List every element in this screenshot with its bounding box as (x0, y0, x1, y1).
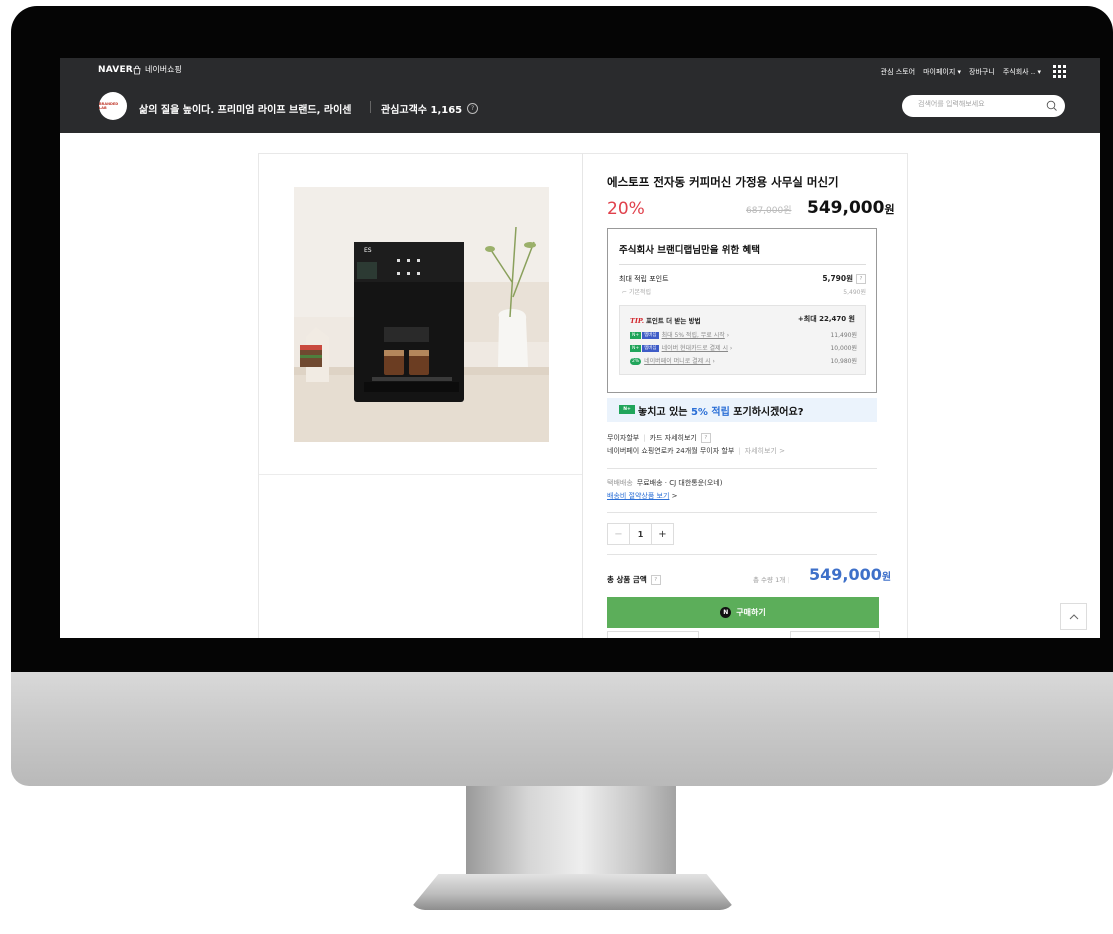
store-header: NAVER 네이버쇼핑 관심 스토어 마이페이지 ▾ 장바구니 주식회사 .. … (60, 58, 1100, 133)
max-points-label: 최대 적립 포인트 (619, 275, 669, 283)
search-input[interactable] (918, 100, 1038, 108)
chevron-up-icon (1069, 613, 1078, 619)
quantity-increase-button[interactable]: + (651, 524, 673, 544)
product-image[interactable]: ES (294, 187, 549, 442)
tip-box: TIP. 포인트 더 받는 방법 +최대 22,470 원 N+ 멤버십 최대 5% … (619, 305, 866, 375)
monitor: NAVER 네이버쇼핑 관심 스토어 마이페이지 ▾ 장바구니 주식회사 .. … (11, 6, 1113, 910)
monitor-chin (11, 672, 1113, 786)
total-price: 549,000원 (809, 565, 892, 584)
interest-customers: 관심고객수 1,165 ? (381, 101, 479, 116)
view-more-link[interactable]: 자세히보기 > (745, 447, 785, 455)
coffee-machine-photo: ES (294, 187, 549, 442)
benefit-divider (619, 264, 866, 265)
banner-text: 놓치고 있는 5% 적립 포기하시겠어요? (638, 407, 804, 418)
tip-max-points: +최대 22,470 원 (797, 315, 855, 323)
search-icon[interactable] (1046, 100, 1058, 112)
naver-logo[interactable]: NAVER (98, 65, 133, 75)
base-points-label: ⌐ 기본적립 (622, 289, 652, 296)
quantity-stepper: − 1 + (607, 523, 674, 545)
installment-info-row: 네이버페이 쇼핑연로카 24개월 무이자 할부 | 자세히보기 > (607, 447, 785, 455)
benefit-title: 주식회사 브랜디랩님만을 위한 혜택 (619, 245, 761, 256)
naver-plus-badge: N+ (630, 345, 642, 352)
shipping-info: 무료배송 · CJ 대한통운(오네) (636, 479, 723, 487)
installment-help-icon[interactable]: ? (700, 433, 711, 443)
menu-interest-stores[interactable]: 관심 스토어 (881, 67, 915, 77)
tip-row-naverpay-money[interactable]: 2% 네이버페이 머니로 결제 시 › 10,980원 (630, 356, 857, 365)
shopping-bag-icon (133, 65, 141, 74)
top-menu: 관심 스토어 마이페이지 ▾ 장바구니 주식회사 .. ▾ (881, 65, 1066, 78)
naver-plus-badge: N+ (630, 332, 642, 339)
tip-amount: 10,000원 (830, 345, 857, 352)
naver-shopping-link[interactable]: 네이버쇼핑 (132, 64, 182, 75)
interest-label: 관심고객수 1,165 (381, 105, 463, 116)
image-divider (259, 474, 582, 475)
section-divider (607, 554, 877, 555)
scroll-top-button[interactable] (1060, 603, 1087, 630)
buy-button-label: 구매하기 (736, 608, 766, 617)
sale-price-value: 549,000 (807, 198, 885, 218)
installment-label: 무이자할부 (607, 434, 640, 442)
membership-badge: 멤버십 (642, 345, 659, 352)
installment-info: 네이버페이 쇼핑연로카 24개월 무이자 할부 (607, 447, 735, 455)
naver-plus-badge: N+ (619, 405, 635, 414)
svg-text:ES: ES (364, 247, 372, 254)
buy-button[interactable]: N 구매하기 (607, 597, 879, 628)
cart-button[interactable] (607, 631, 699, 638)
menu-account[interactable]: 주식회사 .. ▾ (1003, 67, 1041, 77)
shipping-bundle-link[interactable]: 배송비 절약상품 보기 > (607, 491, 678, 501)
discount-rate: 20% (607, 199, 645, 219)
store-logo-text: BRANDED LAB (99, 102, 119, 110)
tip-link[interactable]: 네이버 현대카드로 결제 시 (662, 345, 728, 352)
shipping-type: 택배배송 (607, 479, 633, 487)
max-points: 5,790원 ? (822, 273, 866, 284)
wishlist-button[interactable] (790, 631, 880, 638)
naver-pay-icon: N (720, 607, 732, 618)
tip-link[interactable]: 최대 5% 적립, 무료 시작 (662, 332, 725, 339)
header-divider (370, 101, 371, 113)
monitor-stand-base (409, 874, 736, 910)
sale-price-currency: 원 (884, 203, 895, 216)
apps-grid-icon[interactable] (1053, 65, 1066, 78)
tip-title: TIP. 포인트 더 받는 방법 (630, 317, 701, 325)
points-help-icon[interactable]: ? (856, 273, 866, 284)
shipping-row: 택배배송 무료배송 · CJ 대한통운(오네) (607, 478, 722, 488)
membership-banner[interactable]: N+ 놓치고 있는 5% 적립 포기하시겠어요? (607, 398, 877, 422)
tip-row-membership[interactable]: N+ 멤버십 최대 5% 적립, 무료 시작 › 11,490원 (630, 330, 857, 339)
quantity-value[interactable]: 1 (630, 524, 651, 544)
tip-link[interactable]: 네이버페이 머니로 결제 시 (644, 358, 710, 365)
store-name[interactable]: 삶의 질을 높이다. 프리미엄 라이프 브랜드, 라이센 (139, 101, 352, 116)
sale-price: 549,000원 (807, 198, 895, 218)
base-points-value: 5,490원 (843, 289, 866, 296)
total-help-icon[interactable]: ? (650, 574, 661, 585)
tip-amount: 10,980원 (830, 358, 857, 365)
banner-highlight: 5% 적립 (690, 407, 730, 418)
pay-badge: 2% (630, 358, 642, 365)
section-divider (607, 512, 877, 513)
tip-amount: 11,490원 (830, 332, 857, 339)
menu-cart[interactable]: 장바구니 (969, 67, 995, 77)
menu-mypage[interactable]: 마이페이지 ▾ (923, 67, 961, 77)
membership-badge: 멤버십 (642, 332, 659, 339)
benefit-box: 주식회사 브랜디랩님만을 위한 혜택 최대 적립 포인트 5,790원 ? ⌐ … (607, 228, 877, 393)
max-points-value: 5,790원 (822, 274, 853, 283)
column-divider (582, 153, 583, 638)
search-box (902, 95, 1065, 117)
screen: NAVER 네이버쇼핑 관심 스토어 마이페이지 ▾ 장바구니 주식회사 .. … (60, 58, 1100, 638)
quantity-decrease-button[interactable]: − (608, 524, 630, 544)
monitor-stand-neck (466, 786, 676, 886)
store-logo[interactable]: BRANDED LAB (99, 92, 127, 120)
original-price: 687,000원 (746, 206, 792, 216)
installment-row: 무이자할부 | 카드 자세히보기 ? (607, 433, 711, 443)
total-quantity: 총 수량 1개 | (753, 576, 790, 584)
section-divider (607, 468, 877, 469)
help-icon[interactable]: ? (467, 103, 479, 114)
card-details-link[interactable]: 카드 자세히보기 (650, 433, 697, 443)
product-title: 에스토프 전자동 커피머신 가정용 사무실 머신기 (607, 175, 839, 189)
tip-row-hyundai-card[interactable]: N+ 멤버십 네이버 현대카드로 결제 시 › 10,000원 (630, 343, 857, 352)
total-label: 총 상품 금액? (607, 574, 661, 585)
naver-shopping-label: 네이버쇼핑 (145, 65, 182, 74)
